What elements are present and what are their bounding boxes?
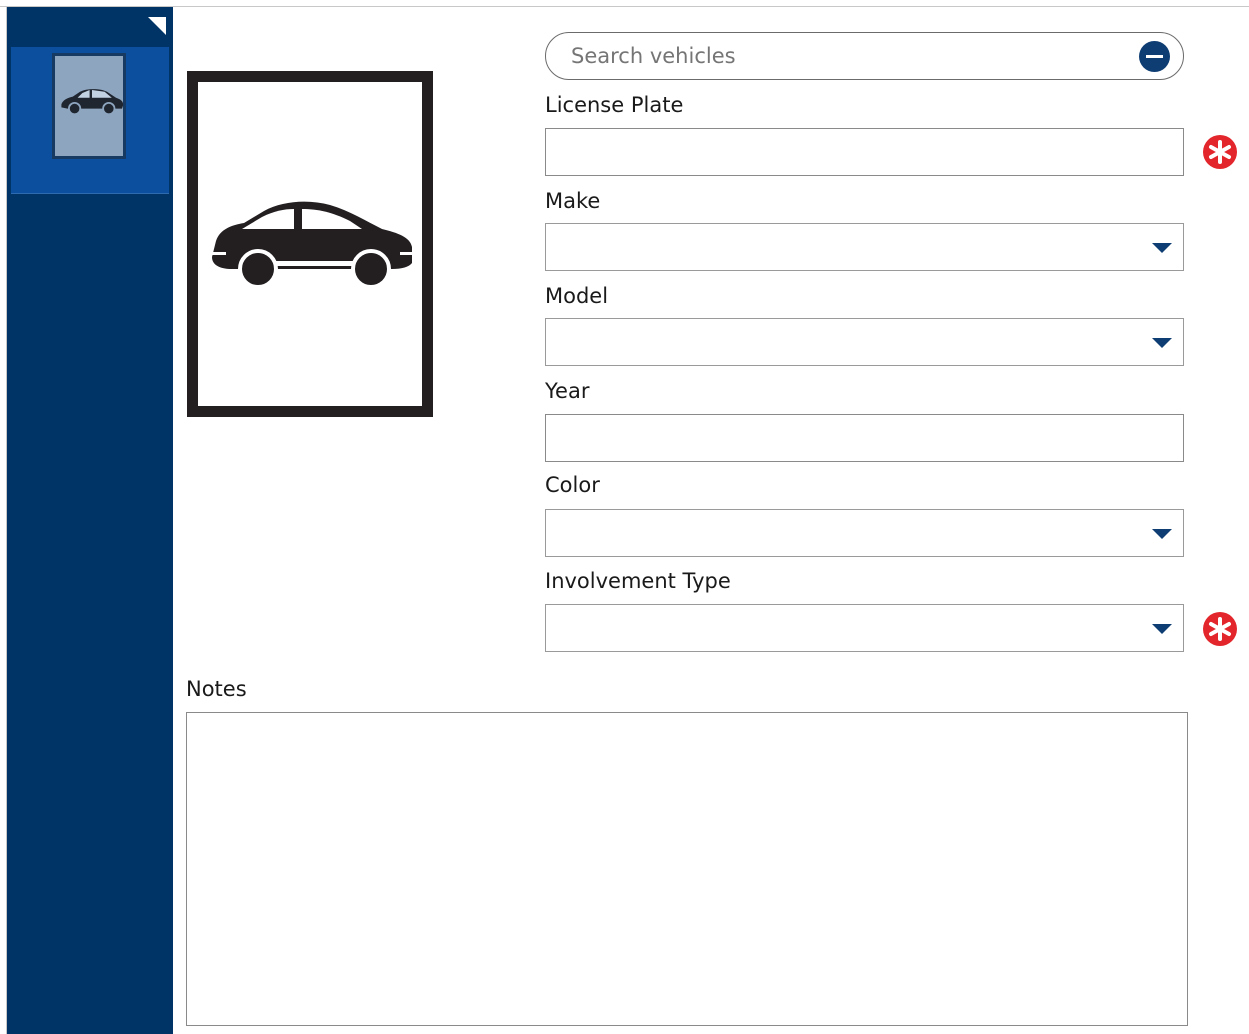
collapse-sidebar-icon[interactable]: [148, 17, 166, 35]
model-label: Model: [545, 284, 609, 308]
vehicle-thumbnail[interactable]: [52, 53, 126, 159]
model-dropdown[interactable]: [545, 318, 1184, 366]
color-dropdown[interactable]: [545, 509, 1184, 557]
make-dropdown[interactable]: [545, 223, 1184, 271]
sidebar: [7, 7, 173, 1034]
year-field[interactable]: [545, 414, 1184, 462]
sidebar-item-vehicle[interactable]: [11, 47, 169, 194]
color-label: Color: [545, 473, 600, 497]
vehicle-photo[interactable]: [187, 71, 433, 417]
involvement-type-dropdown[interactable]: [545, 604, 1184, 652]
notes-textarea[interactable]: [186, 712, 1188, 1026]
window-left-edge: [0, 7, 7, 1034]
year-label: Year: [545, 379, 590, 403]
chevron-down-icon: [1152, 338, 1172, 348]
minus-circle-icon[interactable]: [1139, 41, 1170, 72]
chevron-down-icon: [1152, 529, 1172, 539]
notes-label: Notes: [186, 677, 247, 701]
chevron-down-icon: [1152, 243, 1172, 253]
car-icon: [61, 89, 124, 116]
search-vehicles-input[interactable]: Search vehicles: [545, 32, 1184, 80]
make-label: Make: [545, 189, 601, 213]
car-icon: [212, 201, 414, 289]
license-plate-label: License Plate: [545, 93, 684, 117]
involvement-type-label: Involvement Type: [545, 569, 731, 593]
chevron-down-icon: [1152, 624, 1172, 634]
required-asterisk-icon: [1203, 135, 1237, 169]
license-plate-field[interactable]: [545, 128, 1184, 176]
search-placeholder: Search vehicles: [571, 44, 736, 68]
window-top-border: [0, 0, 1249, 7]
required-asterisk-icon: [1203, 612, 1237, 646]
